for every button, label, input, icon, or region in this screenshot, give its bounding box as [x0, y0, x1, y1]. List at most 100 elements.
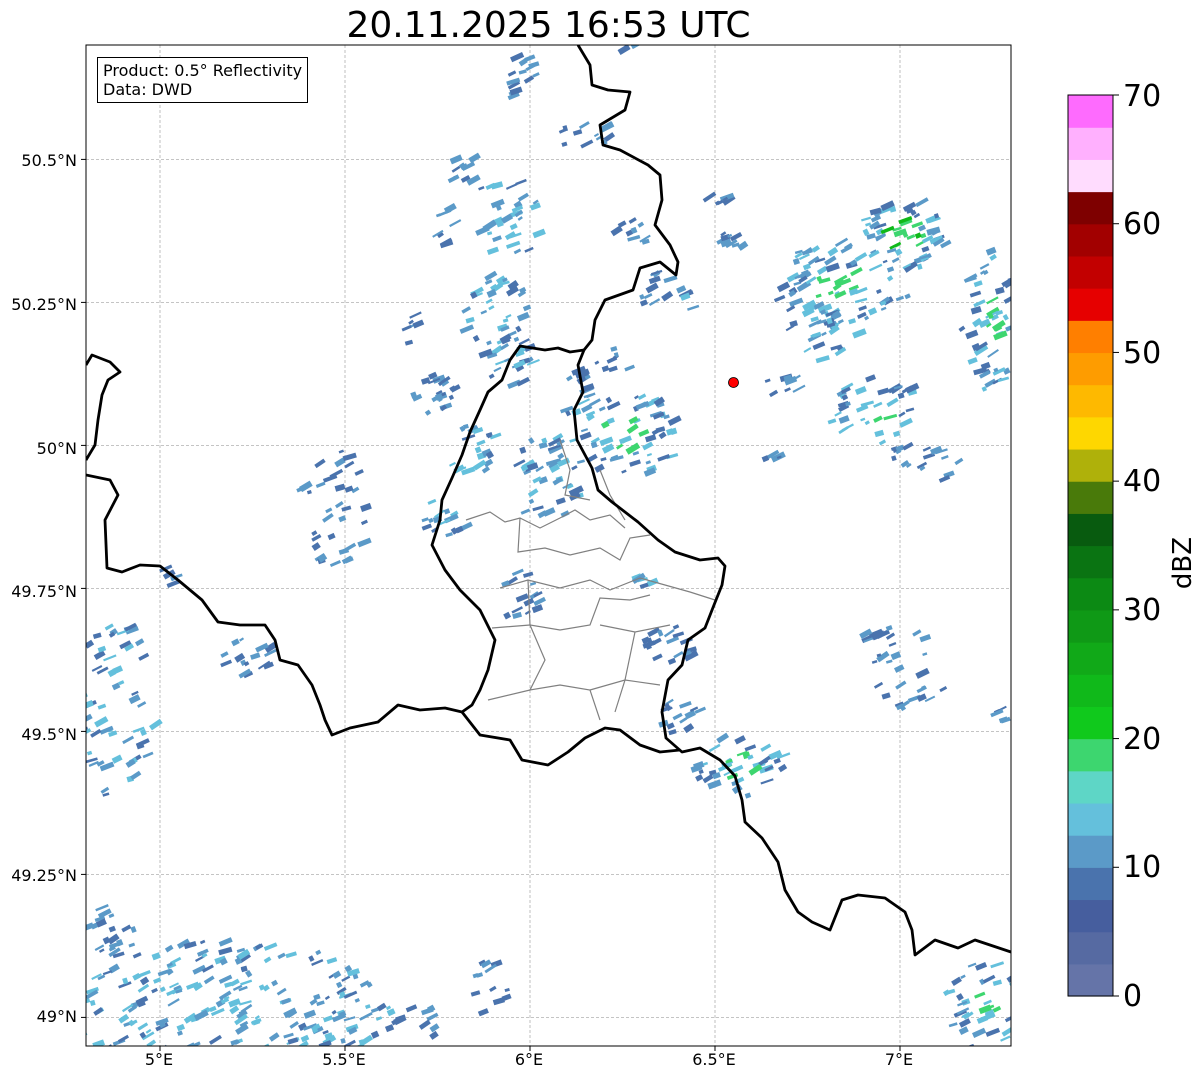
echo-pixel [658, 431, 667, 440]
echo-pixel [523, 75, 535, 84]
echo-pixel [974, 991, 986, 999]
echo-pixel [890, 651, 902, 661]
echo-pixel [865, 374, 877, 383]
echo-pixel [105, 1044, 113, 1046]
echo-pixel [465, 316, 475, 324]
echo-pixel [515, 178, 527, 186]
echo-pixel [672, 624, 680, 630]
echo-pixel [877, 387, 890, 396]
lon-label: 5.5°E [322, 1050, 366, 1069]
echo-pixel [222, 1049, 231, 1056]
echo-pixel [424, 409, 432, 416]
echo-pixel [511, 568, 524, 576]
echo-pixel [919, 634, 932, 643]
echo-pixel [517, 216, 523, 221]
colorbar-tick-label: 40 [1123, 464, 1162, 499]
echo-pixel [73, 717, 84, 725]
echo-pixel [405, 1004, 418, 1013]
echo-pixel [827, 418, 837, 425]
echo-pixel [218, 1069, 231, 1075]
echo-pixel [792, 258, 800, 266]
echo-pixel [864, 315, 870, 321]
echo-pixel [667, 657, 677, 665]
echo-pixel [969, 290, 982, 298]
echo-pixel [284, 1048, 293, 1057]
echo-pixel [532, 228, 546, 239]
echo-pixel [821, 331, 827, 337]
echo-pixel [118, 1013, 130, 1024]
echo-pixel [360, 502, 372, 512]
echo-pixel [505, 314, 512, 319]
echo-pixel [834, 411, 842, 417]
echo-pixel [972, 1027, 987, 1038]
echo-pixel [601, 365, 610, 373]
echo-pixel [989, 253, 997, 261]
echo-pixel [344, 1039, 356, 1046]
echo-pixel [481, 466, 491, 474]
echo-pixel [94, 716, 109, 728]
echo-pixel [532, 72, 540, 78]
echo-pixel [164, 944, 174, 953]
echo-pixel [230, 1053, 241, 1060]
colorbar [1068, 95, 1113, 997]
echo-pixel [626, 423, 639, 434]
echo-pixel [325, 507, 333, 514]
echo-pixel [72, 700, 79, 705]
echo-pixel [205, 1061, 211, 1068]
info-box: Product: 0.5° Reflectivity Data: DWD [97, 57, 309, 103]
echo-pixel [277, 952, 286, 960]
echo-pixel [200, 1054, 207, 1061]
echo-pixel [360, 519, 368, 526]
echo-pixel [505, 240, 521, 249]
echo-pixel [488, 305, 495, 311]
echo-pixel [451, 165, 461, 173]
echo-pixel [875, 288, 882, 294]
echo-pixel [511, 606, 524, 614]
echo-pixel [789, 297, 804, 307]
colorbar-tick-marks [1113, 94, 1119, 997]
echo-pixel [983, 999, 992, 1006]
echo-pixel [973, 280, 983, 288]
echo-pixel [886, 397, 899, 408]
echo-pixel [357, 537, 372, 548]
echo-pixel [666, 636, 680, 645]
echo-pixel [238, 1077, 245, 1081]
echo-pixel [509, 223, 518, 231]
lon-label: 5°E [144, 1050, 174, 1069]
echo-pixel [92, 1039, 106, 1046]
echo-pixel [480, 309, 488, 315]
echo-pixel [97, 703, 107, 710]
echo-pixel [915, 667, 930, 679]
echo-pixel [616, 443, 624, 450]
lon-label: 6°E [514, 1050, 544, 1069]
echo-pixel [516, 376, 530, 387]
echo-pixel [421, 523, 433, 531]
district-boundaries [465, 439, 716, 721]
echo-pixel [987, 349, 999, 358]
echo-pixel [86, 998, 91, 1004]
echo-pixel [281, 1054, 289, 1059]
echo-pixel [104, 623, 114, 631]
echo-pixel [764, 378, 771, 383]
echo-pixel [921, 245, 930, 253]
echo-pixel [811, 245, 820, 253]
echo-pixel [478, 185, 485, 191]
echo-pixel [815, 293, 822, 299]
echo-pixel [852, 328, 867, 339]
echo-pixel [449, 461, 456, 467]
echo-pixel [994, 286, 1005, 295]
echo-pixel [912, 629, 922, 637]
lon-label: 7°E [884, 1050, 914, 1069]
echo-pixel [482, 219, 497, 232]
echo-pixel [251, 1018, 261, 1026]
lat-tick-marks [81, 158, 86, 1018]
colorbar-segment [1068, 899, 1113, 933]
echo-pixel [776, 281, 791, 293]
echo-pixel [86, 750, 93, 756]
echo-pixel [637, 221, 645, 228]
echo-pixel [803, 347, 812, 353]
colorbar-segment [1068, 191, 1113, 225]
echo-pixel [661, 290, 674, 302]
echo-pixel [256, 1063, 267, 1072]
echo-pixel [624, 364, 635, 372]
